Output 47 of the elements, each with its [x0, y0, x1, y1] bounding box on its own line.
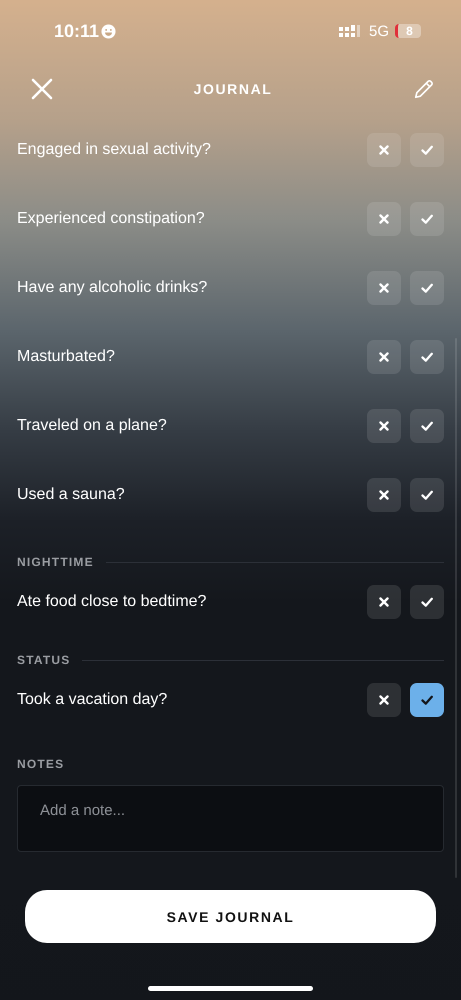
network-label: 5G [368, 22, 389, 40]
yes-button[interactable] [410, 408, 444, 442]
checkmark-icon [421, 488, 433, 500]
x-icon [378, 694, 390, 706]
x-icon [378, 488, 390, 500]
checkmark-icon [421, 144, 433, 156]
no-button[interactable] [367, 585, 401, 619]
question-label: Have any alcoholic drinks? [17, 278, 208, 296]
question-label: Engaged in sexual activity? [17, 140, 211, 158]
no-button[interactable] [367, 340, 401, 374]
section-heading: NIGHTTIME [17, 555, 94, 569]
question-label: Traveled on a plane? [17, 416, 167, 434]
section-heading: NOTES [17, 757, 64, 771]
x-icon [378, 596, 390, 608]
close-icon [31, 78, 53, 100]
checkmark-icon [421, 282, 433, 294]
checkmark-icon [421, 596, 433, 608]
x-icon [378, 212, 390, 224]
no-button[interactable] [367, 408, 401, 442]
battery-indicator: 8 [395, 24, 421, 38]
screen-title: JOURNAL [194, 81, 272, 97]
checkmark-icon [421, 350, 433, 362]
yes-button[interactable] [410, 478, 444, 512]
smiley-icon [101, 24, 116, 38]
x-icon [378, 144, 390, 156]
yes-button[interactable] [410, 683, 444, 717]
yes-button[interactable] [410, 585, 444, 619]
checkmark-icon [421, 212, 433, 224]
x-icon [378, 420, 390, 432]
no-button[interactable] [367, 478, 401, 512]
x-icon [378, 282, 390, 294]
question-label: Used a sauna? [17, 486, 125, 504]
no-button[interactable] [367, 683, 401, 717]
pencil-icon [413, 78, 435, 100]
notes-field[interactable]: Add a note... [17, 785, 444, 852]
checkmark-icon [421, 420, 433, 432]
section-heading: STATUS [17, 653, 70, 667]
question-label: Took a vacation day? [17, 691, 168, 709]
yes-button[interactable] [410, 340, 444, 374]
save-button[interactable]: SAVE JOURNAL [25, 890, 436, 943]
signal-icon [338, 25, 363, 37]
clock-time: 10:11 [54, 20, 100, 42]
question-label: Masturbated? [17, 348, 115, 366]
question-label: Experienced constipation? [17, 210, 205, 228]
x-icon [378, 350, 390, 362]
checkmark-icon [421, 694, 433, 706]
question-label: Ate food close to bedtime? [17, 593, 206, 611]
